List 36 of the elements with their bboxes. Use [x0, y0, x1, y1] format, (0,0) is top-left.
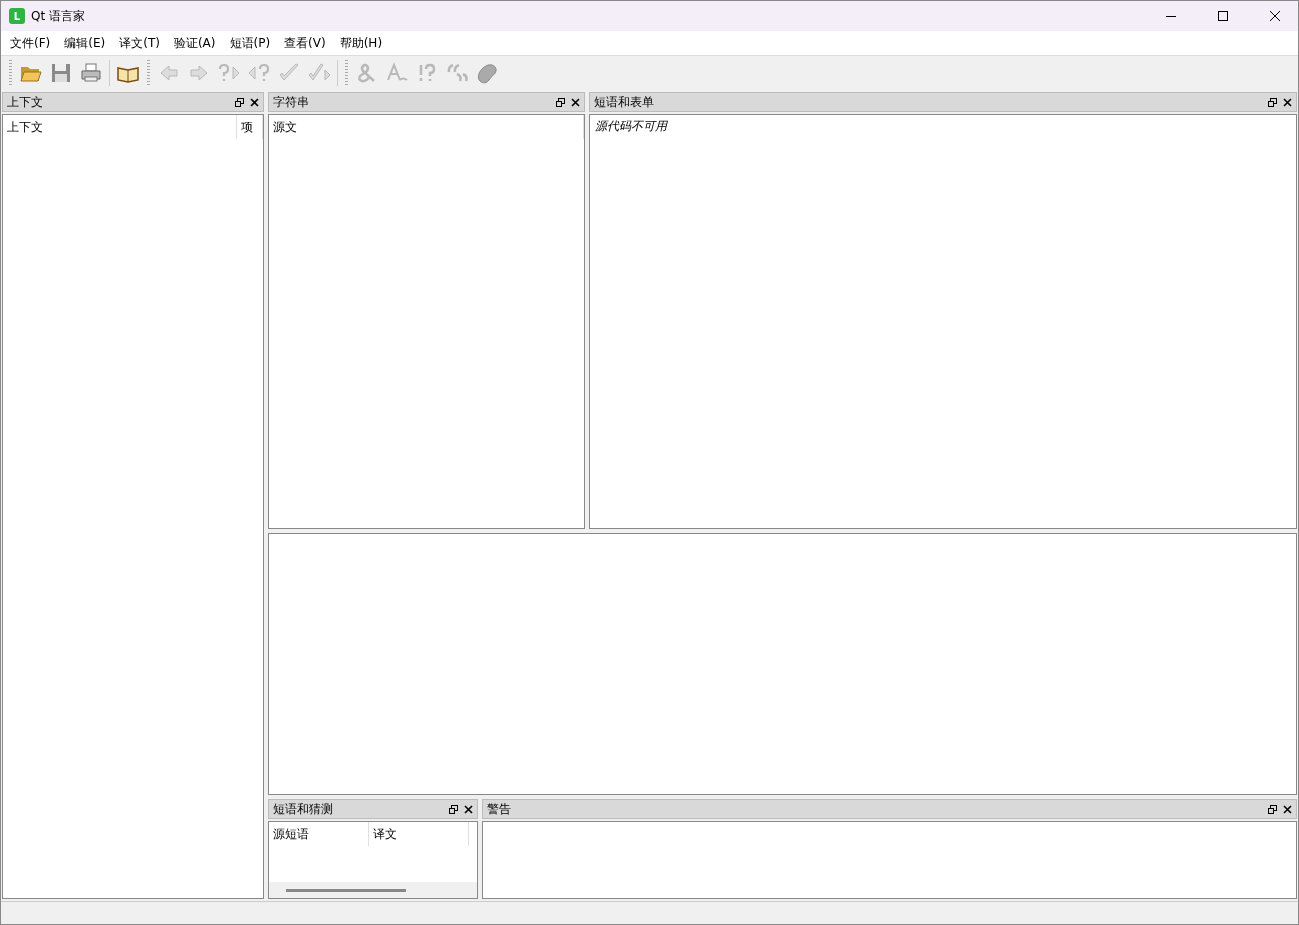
float-icon[interactable] — [556, 97, 565, 107]
menu-item[interactable]: 编辑(E) — [57, 34, 113, 52]
close-icon[interactable] — [571, 97, 580, 107]
window-title: Qt 语言家 — [31, 7, 86, 25]
close-icon[interactable] — [250, 97, 259, 107]
printer-icon — [79, 61, 103, 85]
menu-item[interactable]: 查看(V) — [277, 34, 333, 52]
blob-icon — [475, 61, 499, 85]
float-icon[interactable] — [449, 804, 458, 814]
menu-item[interactable]: 短语(P) — [222, 34, 278, 52]
dock-title: 短语和猜测 — [273, 800, 334, 818]
close-icon[interactable] — [464, 804, 473, 814]
dock-title: 警告 — [487, 800, 512, 818]
close-icon[interactable] — [1283, 804, 1292, 814]
menu-item[interactable]: 帮助(H) — [332, 34, 390, 52]
column-header[interactable]: 项 — [237, 115, 263, 139]
column-header[interactable]: 上下文 — [3, 115, 237, 139]
dock-title: 上下文 — [7, 93, 44, 111]
column-header[interactable]: 源文 — [269, 115, 584, 139]
float-icon[interactable] — [1268, 804, 1277, 814]
dock-title: 字符串 — [273, 93, 310, 111]
column-header[interactable]: 译文 — [369, 822, 469, 846]
scrollbar-thumb[interactable] — [286, 888, 406, 892]
app-icon: L — [9, 8, 25, 24]
menu-item[interactable]: 文件(F) — [3, 34, 58, 52]
close-icon — [1270, 11, 1280, 21]
minimize-icon — [1166, 15, 1176, 17]
source-unavailable-message: 源代码不可用 — [594, 118, 669, 135]
float-icon[interactable] — [1268, 97, 1277, 107]
menu-item[interactable]: 译文(T) — [112, 34, 167, 52]
maximize-icon — [1218, 11, 1228, 21]
column-header[interactable]: 源短语 — [269, 822, 369, 846]
menu-item[interactable]: 验证(A) — [166, 34, 223, 52]
dock-title: 短语和表单 — [594, 93, 655, 111]
float-icon[interactable] — [235, 97, 244, 107]
close-icon[interactable] — [1283, 97, 1292, 107]
